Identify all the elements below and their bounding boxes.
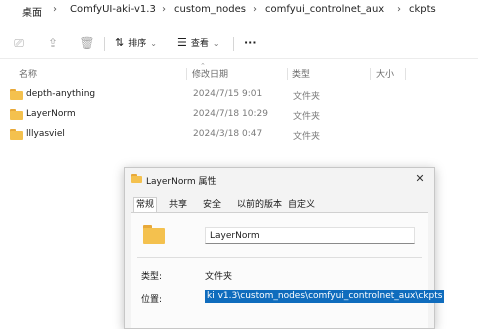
folder-icon xyxy=(10,109,23,120)
location-label: 位置: xyxy=(141,295,163,305)
column-header-date[interactable]: 修改日期 xyxy=(192,67,228,80)
sort-label: 排序 xyxy=(128,39,147,49)
breadcrumb-item-desktop[interactable]: 桌面 xyxy=(22,4,42,19)
section-divider xyxy=(137,257,422,258)
close-icon[interactable]: ✕ xyxy=(412,172,428,186)
delete-icon[interactable]: 🗑 xyxy=(78,34,96,52)
chevron-right-icon: › xyxy=(253,4,257,15)
chevron-right-icon: › xyxy=(397,4,401,15)
column-divider[interactable] xyxy=(287,68,288,80)
column-divider[interactable] xyxy=(370,68,371,80)
type-label: 类型: xyxy=(141,272,163,282)
column-header-size[interactable]: 大小 xyxy=(376,67,394,80)
file-date: 2024/7/18 10:29 xyxy=(193,109,268,119)
tab-security[interactable]: 安全 xyxy=(201,198,223,212)
file-row[interactable]: depth-anything 2024/7/15 9:01 文件夹 xyxy=(0,86,478,104)
view-button[interactable]: ☰ 查看 ⌄ xyxy=(177,34,220,52)
tab-sharing[interactable]: 共享 xyxy=(167,198,189,212)
share-icon[interactable]: ⇪ xyxy=(44,34,62,52)
chevron-right-icon: › xyxy=(162,4,166,15)
chevron-right-icon: › xyxy=(53,4,57,15)
chevron-down-icon: ⌄ xyxy=(150,39,157,48)
file-type: 文件夹 xyxy=(293,132,321,142)
column-divider[interactable] xyxy=(405,68,406,80)
more-options-button[interactable]: ··· xyxy=(244,34,257,52)
file-type: 文件夹 xyxy=(293,92,321,102)
file-row[interactable]: LayerNorm 2024/7/18 10:29 文件夹 xyxy=(0,106,478,124)
file-date: 2024/3/18 0:47 xyxy=(193,129,263,139)
folder-name-field[interactable]: LayerNorm xyxy=(205,227,415,244)
tab-customize[interactable]: 自定义 xyxy=(286,198,317,212)
breadcrumb-item-custom-nodes[interactable]: custom_nodes xyxy=(174,4,246,15)
dialog-title: LayerNorm 属性 xyxy=(146,177,217,187)
breadcrumb-item-controlnet-aux[interactable]: comfyui_controlnet_aux xyxy=(265,4,384,15)
folder-icon xyxy=(10,129,23,140)
tab-general[interactable]: 常规 xyxy=(133,197,158,213)
view-icon: ☰ xyxy=(177,36,187,49)
file-name: depth-anything xyxy=(26,89,96,99)
sort-button[interactable]: ⇅ 排序 ⌄ xyxy=(115,34,157,52)
folder-icon xyxy=(131,174,142,183)
command-bar: ⎚ ⇪ 🗑 ⇅ 排序 ⌄ ☰ 查看 ⌄ ··· xyxy=(0,28,478,59)
tab-previous-versions[interactable]: 以前的版本 xyxy=(235,198,284,212)
file-date: 2024/7/15 9:01 xyxy=(193,89,263,99)
view-label: 查看 xyxy=(190,39,209,49)
file-type: 文件夹 xyxy=(293,112,321,122)
toolbar-divider xyxy=(233,37,234,51)
column-divider[interactable] xyxy=(186,68,187,80)
chevron-down-icon: ⌄ xyxy=(212,39,220,48)
breadcrumb-item-comfyui[interactable]: ComfyUI-aki-v1.3 xyxy=(70,4,156,15)
file-row[interactable]: lllyasviel 2024/3/18 0:47 文件夹 xyxy=(0,126,478,144)
file-name: LayerNorm xyxy=(26,109,76,119)
dialog-titlebar[interactable]: LayerNorm 属性 ✕ xyxy=(125,168,434,190)
general-panel: LayerNorm 类型: 文件夹 位置: ki v1.3\custom_nod… xyxy=(131,213,445,328)
location-value[interactable]: ki v1.3\custom_nodes\comfyui_controlnet_… xyxy=(205,290,445,303)
folder-icon xyxy=(10,89,23,100)
column-header-type[interactable]: 类型 xyxy=(292,67,310,80)
toolbar-divider xyxy=(104,37,105,51)
folder-icon xyxy=(143,225,165,244)
rename-icon[interactable]: ⎚ xyxy=(10,34,28,52)
type-value: 文件夹 xyxy=(205,272,233,282)
breadcrumb: 桌面 › ComfyUI-aki-v1.3 › custom_nodes › c… xyxy=(0,0,478,22)
breadcrumb-item-ckpts[interactable]: ckpts xyxy=(409,4,436,15)
properties-dialog: LayerNorm 属性 ✕ 常规 共享 安全 以前的版本 自定义 LayerN… xyxy=(124,167,445,329)
file-name: lllyasviel xyxy=(26,129,65,139)
column-header-name[interactable]: 名称 xyxy=(19,67,37,80)
column-header-row: 名称 修改日期 类型 大小 xyxy=(0,65,478,81)
sort-icon: ⇅ xyxy=(115,36,125,49)
